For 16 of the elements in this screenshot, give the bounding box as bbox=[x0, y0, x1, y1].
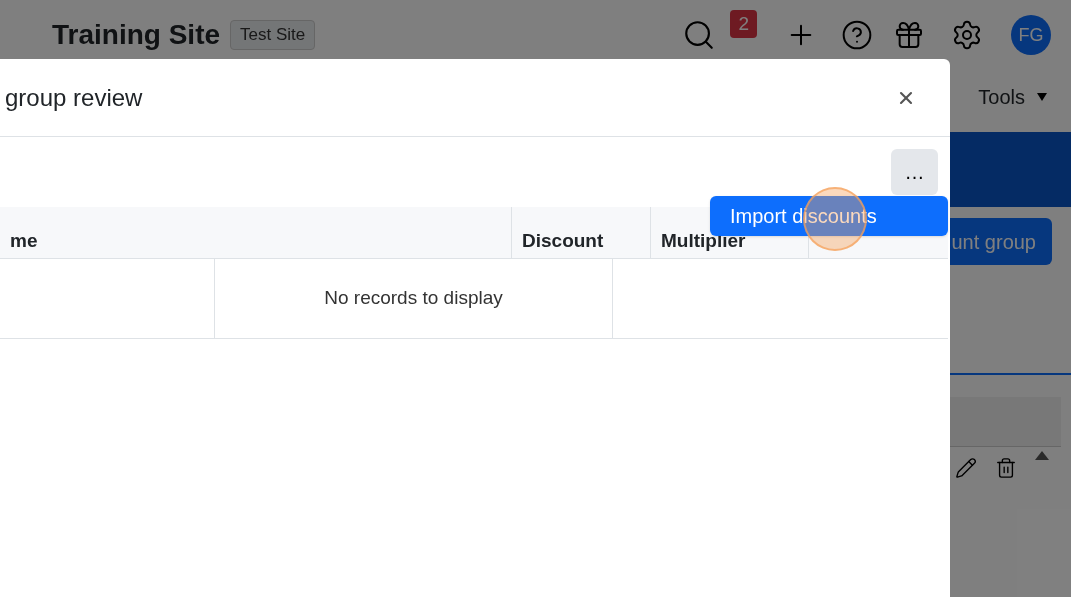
column-header: Discount bbox=[511, 207, 650, 258]
settings-icon[interactable] bbox=[951, 19, 983, 51]
help-icon[interactable] bbox=[841, 19, 873, 51]
column-header: me bbox=[9, 228, 39, 253]
user-avatar[interactable]: FG bbox=[1011, 15, 1051, 55]
scroll-up-icon[interactable] bbox=[1035, 450, 1049, 460]
more-options-button[interactable]: … bbox=[891, 149, 938, 195]
gift-icon[interactable] bbox=[893, 19, 925, 51]
delete-icon[interactable] bbox=[995, 457, 1017, 479]
nav-item[interactable]: Tools bbox=[978, 82, 1047, 112]
site-badge: Test Site bbox=[230, 20, 316, 50]
notification-badge[interactable]: 2 bbox=[730, 9, 757, 39]
modal-title: group review bbox=[5, 82, 143, 113]
site-title: Training Site bbox=[52, 18, 221, 52]
empty-message: No records to display bbox=[214, 259, 613, 339]
edit-icon[interactable] bbox=[955, 457, 977, 479]
